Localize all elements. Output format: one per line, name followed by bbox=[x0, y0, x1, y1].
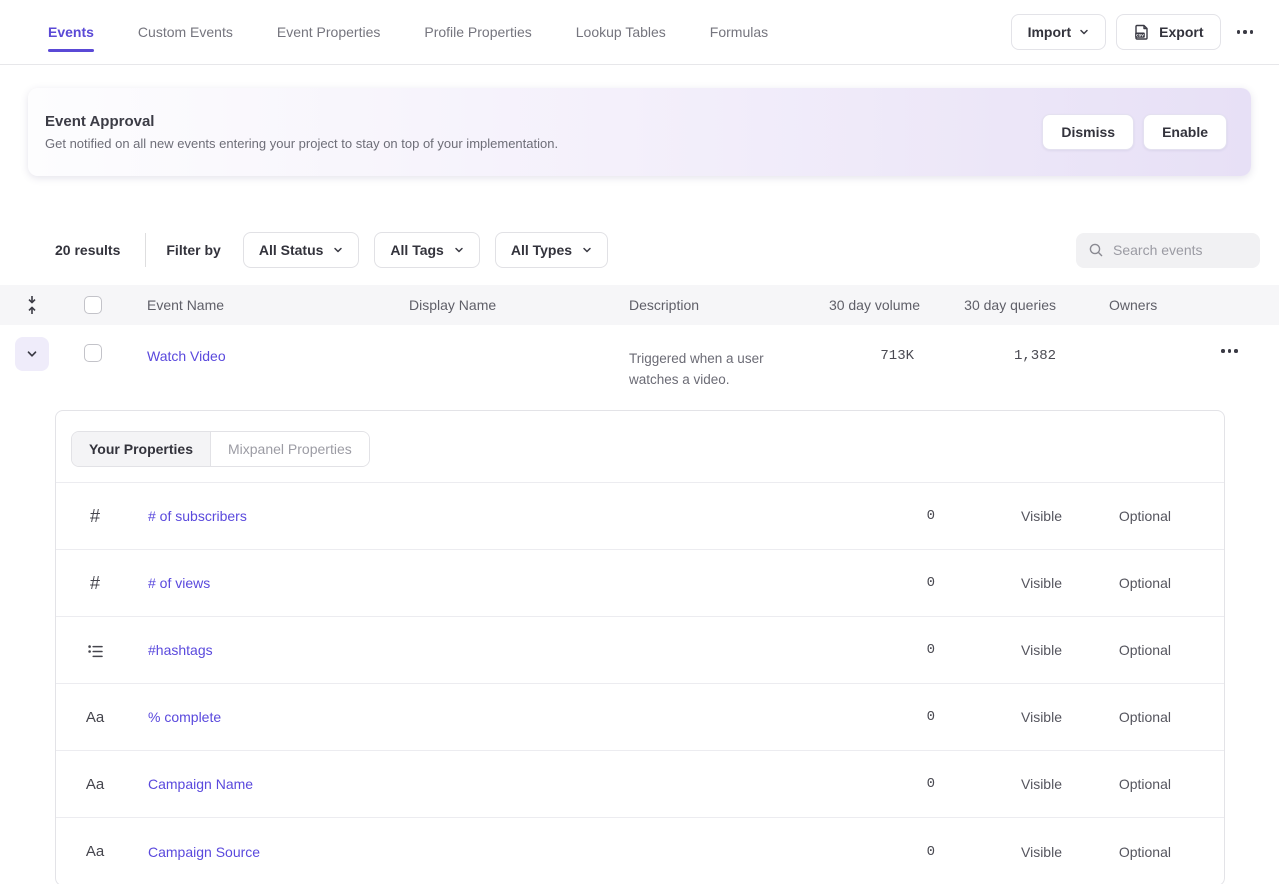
property-name-link[interactable]: % complete bbox=[124, 709, 792, 725]
property-requirement[interactable]: Optional bbox=[1074, 709, 1199, 725]
text-type-icon: Aa bbox=[83, 705, 107, 729]
export-button[interactable]: csv Export bbox=[1116, 14, 1220, 50]
property-name-link[interactable]: # of subscribers bbox=[124, 508, 792, 524]
property-requirement[interactable]: Optional bbox=[1074, 575, 1199, 591]
property-visibility[interactable]: Visible bbox=[944, 709, 1074, 725]
property-visibility[interactable]: Visible bbox=[944, 508, 1074, 524]
column-header-description: Description bbox=[605, 297, 795, 313]
number-type-icon: # bbox=[83, 571, 107, 595]
property-row: Aa % complete 0 Visible Optional bbox=[56, 684, 1224, 751]
tab-formulas[interactable]: Formulas bbox=[710, 0, 768, 64]
property-count: 0 bbox=[792, 776, 944, 792]
row-more-menu-icon[interactable] bbox=[1215, 341, 1244, 361]
filter-by-label: Filter by bbox=[166, 242, 220, 258]
property-visibility[interactable]: Visible bbox=[944, 642, 1074, 658]
chevron-down-icon bbox=[582, 245, 592, 255]
dismiss-button[interactable]: Dismiss bbox=[1042, 114, 1134, 150]
property-row: Aa Campaign Name 0 Visible Optional bbox=[56, 751, 1224, 818]
chevron-down-icon bbox=[333, 245, 343, 255]
property-name-link[interactable]: Campaign Name bbox=[124, 776, 792, 792]
results-count: 20 results bbox=[55, 242, 120, 258]
property-requirement[interactable]: Optional bbox=[1074, 508, 1199, 524]
property-count: 0 bbox=[792, 508, 944, 524]
top-navigation: Events Custom Events Event Properties Pr… bbox=[0, 0, 1279, 65]
property-name-link[interactable]: Campaign Source bbox=[124, 844, 792, 860]
number-type-icon: # bbox=[83, 504, 107, 528]
property-name-link[interactable]: # of views bbox=[124, 575, 792, 591]
nav-tabs: Events Custom Events Event Properties Pr… bbox=[48, 0, 768, 64]
collapse-row-chevron-icon[interactable] bbox=[15, 337, 49, 371]
property-requirement[interactable]: Optional bbox=[1074, 844, 1199, 860]
column-header-volume: 30 day volume bbox=[795, 297, 920, 313]
property-name-link[interactable]: #hashtags bbox=[124, 642, 792, 658]
collapse-all-icon[interactable] bbox=[17, 290, 47, 320]
search-events-input[interactable] bbox=[1113, 242, 1248, 258]
property-count: 0 bbox=[792, 844, 944, 860]
text-type-icon: Aa bbox=[83, 772, 107, 796]
more-menu-icon[interactable] bbox=[1231, 22, 1260, 42]
search-icon bbox=[1088, 242, 1104, 258]
csv-file-icon: csv bbox=[1133, 23, 1151, 41]
column-header-display-name: Display Name bbox=[385, 297, 605, 313]
chevron-down-icon bbox=[1079, 27, 1089, 37]
properties-panel: Your Properties Mixpanel Properties # # … bbox=[55, 410, 1225, 884]
column-header-event-name: Event Name bbox=[123, 297, 385, 313]
svg-text:csv: csv bbox=[1136, 33, 1144, 38]
property-visibility[interactable]: Visible bbox=[944, 844, 1074, 860]
search-events-box[interactable] bbox=[1076, 233, 1260, 268]
types-filter-label: All Types bbox=[511, 242, 572, 258]
import-button[interactable]: Import bbox=[1011, 14, 1107, 50]
tab-your-properties[interactable]: Your Properties bbox=[72, 432, 211, 466]
property-count: 0 bbox=[792, 575, 944, 591]
enable-button[interactable]: Enable bbox=[1143, 114, 1227, 150]
tab-lookup-tables[interactable]: Lookup Tables bbox=[576, 0, 666, 64]
chevron-down-icon bbox=[454, 245, 464, 255]
tab-mixpanel-properties[interactable]: Mixpanel Properties bbox=[211, 432, 369, 466]
property-row: Aa Campaign Source 0 Visible Optional bbox=[56, 818, 1224, 884]
tags-filter-label: All Tags bbox=[390, 242, 443, 258]
status-filter-dropdown[interactable]: All Status bbox=[243, 232, 360, 268]
row-checkbox[interactable] bbox=[84, 344, 102, 362]
event-volume: 713K bbox=[795, 325, 920, 364]
property-requirement[interactable]: Optional bbox=[1074, 776, 1199, 792]
tags-filter-dropdown[interactable]: All Tags bbox=[374, 232, 479, 268]
property-row: # # of subscribers 0 Visible Optional bbox=[56, 483, 1224, 550]
properties-tabs: Your Properties Mixpanel Properties bbox=[71, 431, 370, 467]
export-button-label: Export bbox=[1159, 24, 1203, 40]
event-queries: 1,382 bbox=[920, 325, 1060, 364]
import-button-label: Import bbox=[1028, 24, 1072, 40]
property-visibility[interactable]: Visible bbox=[944, 776, 1074, 792]
event-description: Triggered when a user watches a video. bbox=[605, 325, 795, 390]
tab-custom-events[interactable]: Custom Events bbox=[138, 0, 233, 64]
tab-events[interactable]: Events bbox=[48, 0, 94, 64]
types-filter-dropdown[interactable]: All Types bbox=[495, 232, 608, 268]
banner-description: Get notified on all new events entering … bbox=[45, 136, 558, 151]
event-name-link[interactable]: Watch Video bbox=[123, 325, 385, 364]
tab-event-properties[interactable]: Event Properties bbox=[277, 0, 381, 64]
property-row: # # of views 0 Visible Optional bbox=[56, 550, 1224, 617]
property-visibility[interactable]: Visible bbox=[944, 575, 1074, 591]
divider bbox=[145, 233, 146, 267]
text-type-icon: Aa bbox=[83, 840, 107, 864]
event-table-row: Watch Video Triggered when a user watche… bbox=[0, 325, 1279, 410]
column-header-queries: 30 day queries bbox=[920, 297, 1060, 313]
property-requirement[interactable]: Optional bbox=[1074, 642, 1199, 658]
event-approval-banner: Event Approval Get notified on all new e… bbox=[28, 88, 1251, 176]
status-filter-label: All Status bbox=[259, 242, 324, 258]
property-row: #hashtags 0 Visible Optional bbox=[56, 617, 1224, 684]
list-type-icon bbox=[83, 638, 107, 662]
select-all-checkbox[interactable] bbox=[84, 296, 102, 314]
property-count: 0 bbox=[792, 642, 944, 658]
events-table-header: Event Name Display Name Description 30 d… bbox=[0, 285, 1279, 325]
property-count: 0 bbox=[792, 709, 944, 725]
tab-profile-properties[interactable]: Profile Properties bbox=[424, 0, 531, 64]
banner-title: Event Approval bbox=[45, 113, 558, 130]
column-header-owners: Owners bbox=[1060, 297, 1180, 313]
filter-bar: 20 results Filter by All Status All Tags… bbox=[0, 232, 1279, 268]
